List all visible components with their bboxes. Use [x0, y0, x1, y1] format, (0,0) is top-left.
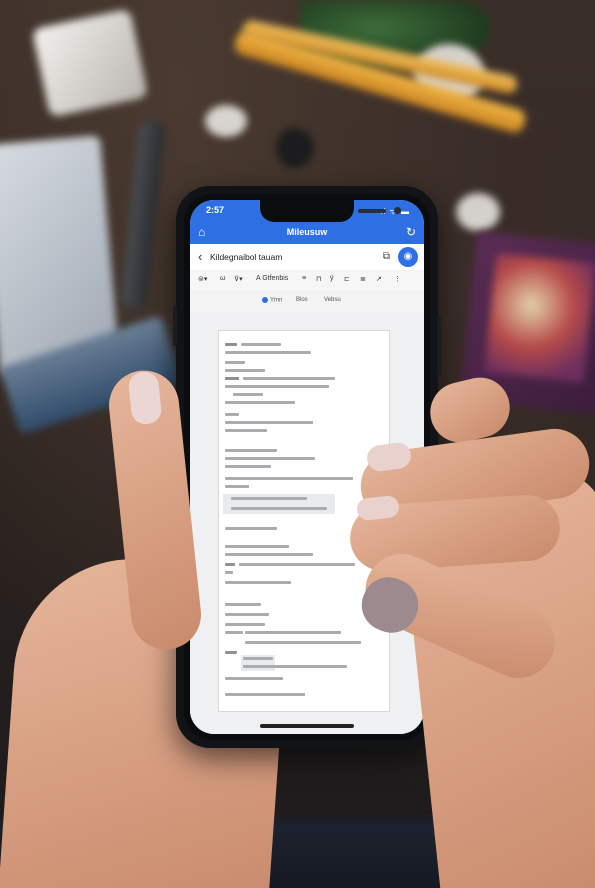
- text-line: [225, 449, 277, 452]
- text-line: [225, 631, 243, 634]
- text-line: [225, 361, 245, 364]
- coin: [456, 193, 500, 231]
- back-chevron-icon[interactable]: ‹: [198, 249, 202, 264]
- text-line: [225, 457, 315, 460]
- text-line: [243, 657, 273, 660]
- text-line: [225, 613, 269, 616]
- text-line: [225, 553, 313, 556]
- app-title: Mileusuw: [286, 227, 328, 237]
- text-line: [225, 369, 265, 372]
- toolbar-item[interactable]: ⊓: [316, 275, 321, 283]
- toolbar-item[interactable]: ⊽▾: [234, 275, 243, 283]
- power-button: [437, 316, 441, 376]
- text-line: [225, 343, 237, 346]
- text-line: [225, 563, 235, 566]
- volume-button: [173, 306, 177, 346]
- toolbar-item[interactable]: ≣: [360, 275, 366, 283]
- text-line: [231, 507, 327, 510]
- text-line: [225, 527, 277, 530]
- toolbar-item[interactable]: A Gtfenbis: [256, 275, 288, 282]
- coin: [205, 105, 247, 137]
- tab-vebsu[interactable]: Vebsu: [324, 297, 341, 303]
- black-knob: [276, 128, 314, 168]
- text-line: [225, 571, 233, 574]
- text-line: [225, 603, 261, 606]
- speaker: [358, 209, 386, 213]
- text-line: [225, 401, 295, 404]
- text-line: [231, 497, 307, 500]
- text-line: [225, 351, 311, 354]
- marker: [120, 119, 166, 311]
- text-line: [225, 651, 237, 654]
- picture-frame-photo: [484, 253, 595, 383]
- text-line: [243, 377, 335, 380]
- text-line: [243, 665, 347, 668]
- white-cube: [31, 8, 149, 118]
- view-tabs: Ymn Blos Vebsu: [190, 290, 424, 313]
- home-indicator[interactable]: [260, 724, 354, 728]
- text-line: [245, 631, 341, 634]
- text-line: [225, 465, 271, 468]
- tab-ymn[interactable]: Ymn: [262, 297, 282, 304]
- text-line: [225, 581, 291, 584]
- text-line: [225, 485, 249, 488]
- formatting-toolbar: ⊜▾ ω ⊽▾ A Gtfenbis ≡ ⊓ ÿ ⊏ ≣ ↗ ⋮: [190, 270, 424, 291]
- text-line: [225, 677, 283, 680]
- app-bar: ⌂ Mileusuw ↻: [190, 222, 424, 244]
- left-thumbnail: [127, 370, 163, 426]
- text-line: [225, 545, 289, 548]
- toolbar-item[interactable]: ↗: [376, 275, 382, 283]
- user-dot-icon: [262, 297, 268, 303]
- share-icon[interactable]: ⧉: [383, 251, 390, 262]
- document-title[interactable]: Kildegnaibol tauam: [210, 252, 282, 262]
- text-line: [225, 421, 313, 424]
- text-line: [245, 641, 361, 644]
- front-camera: [394, 207, 401, 214]
- text-line: [225, 385, 329, 388]
- assistant-icon[interactable]: ◉: [398, 247, 418, 267]
- tab-label: Ymn: [270, 297, 283, 304]
- text-line: [225, 693, 305, 696]
- text-line: [225, 623, 265, 626]
- text-line: [225, 377, 239, 380]
- toolbar-item[interactable]: ≡: [302, 275, 306, 282]
- text-line: [233, 393, 263, 396]
- toolbar-item[interactable]: ω: [220, 275, 225, 282]
- refresh-icon[interactable]: ↻: [406, 225, 416, 239]
- text-line: [225, 429, 267, 432]
- text-line: [239, 563, 355, 566]
- toolbar-item[interactable]: ⋮: [394, 275, 401, 283]
- status-time: 2:57: [206, 205, 225, 215]
- text-line: [225, 413, 239, 416]
- toolbar-item[interactable]: ÿ: [330, 275, 334, 282]
- text-line: [225, 477, 353, 480]
- document-bar: ‹ Kildegnaibol tauam ⧉ ◉: [190, 244, 424, 271]
- photo-scene: 2:57 ıl ᯤ ▬ ⌂ Mileusuw ↻ ‹ Kildegnaibol …: [0, 0, 595, 888]
- tab-blos[interactable]: Blos: [296, 297, 308, 303]
- notch: [260, 200, 401, 222]
- toolbar-item[interactable]: ⊏: [344, 275, 350, 283]
- toolbar-item[interactable]: ⊜▾: [198, 275, 207, 283]
- text-line: [241, 343, 281, 346]
